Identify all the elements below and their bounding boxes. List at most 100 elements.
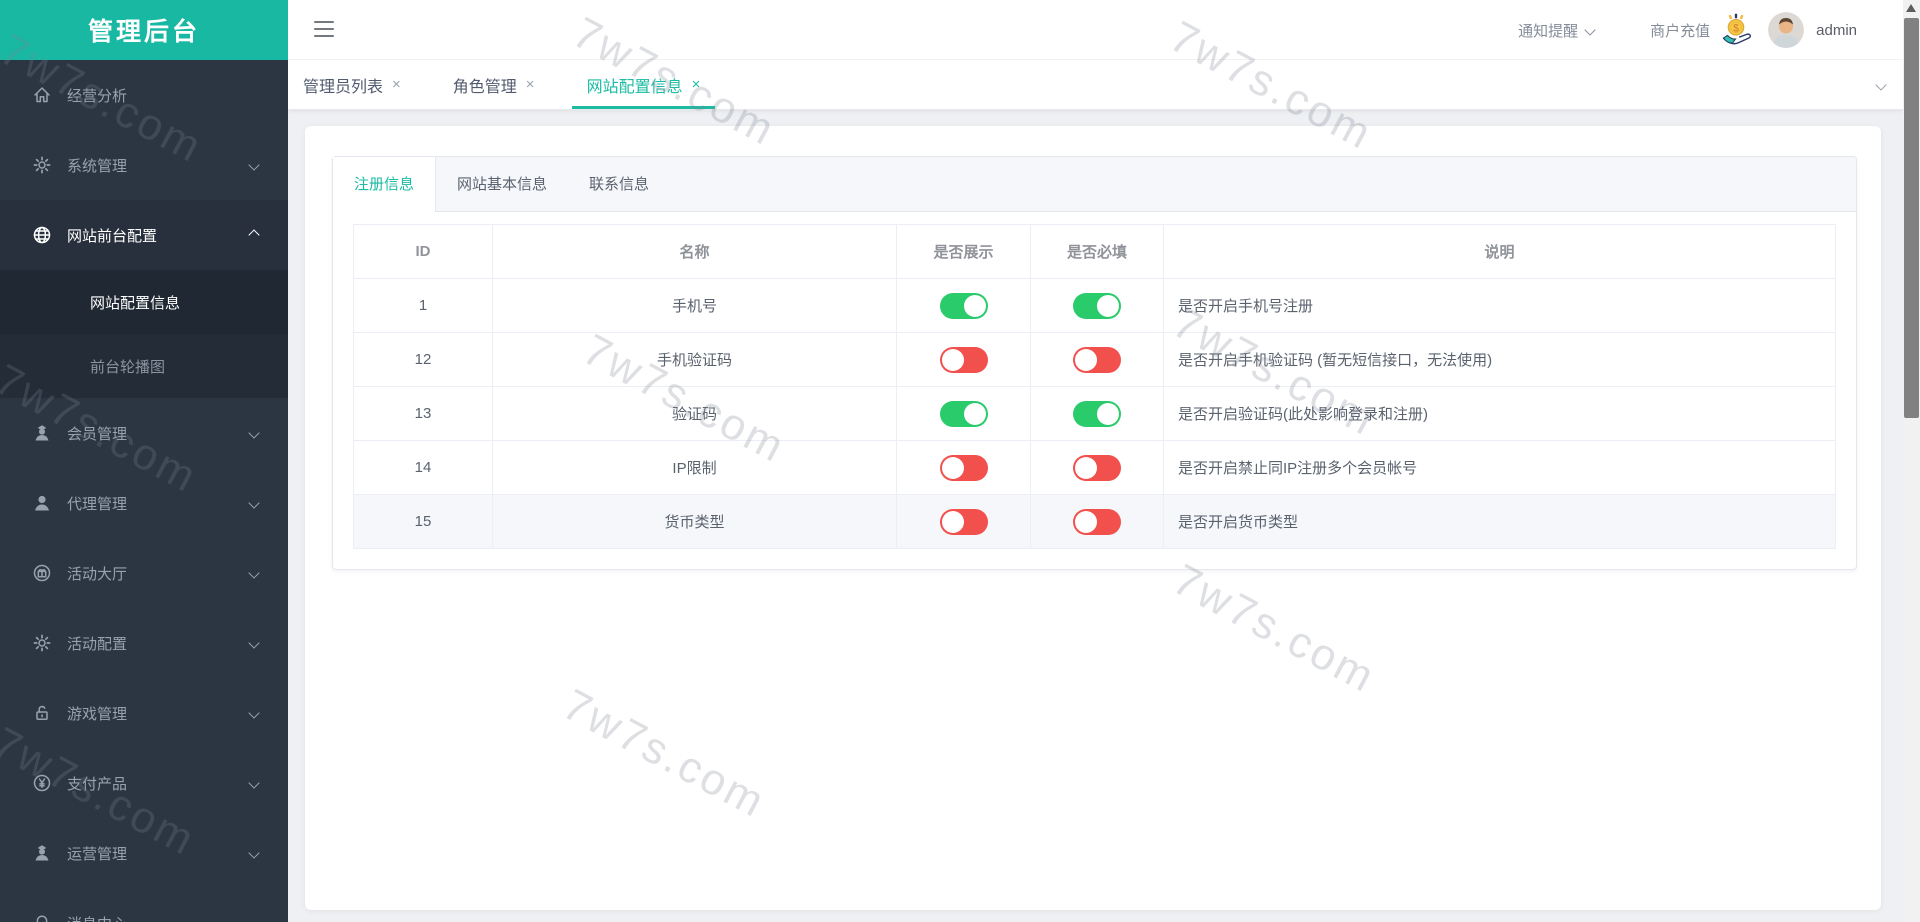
sidebar-item-game-management[interactable]: 游戏管理: [0, 678, 288, 748]
chevron-down-icon: [248, 777, 260, 789]
workspace-tab-site-config[interactable]: 网站配置信息 ×: [571, 60, 716, 109]
table-row: 1 手机号 是否开启手机号注册: [353, 278, 1836, 333]
required-toggle[interactable]: [1073, 346, 1121, 373]
svg-text:$: $: [1733, 22, 1739, 34]
cell-show: [896, 278, 1031, 333]
scrollbar-thumb[interactable]: [1904, 18, 1919, 418]
chevron-down-icon: [248, 497, 260, 509]
sidebar-subitem-frontend-carousel[interactable]: 前台轮播图: [0, 334, 288, 398]
sidebar-item-label: 活动配置: [67, 635, 128, 653]
scrollbar[interactable]: [1903, 0, 1920, 922]
cell-name: 货币类型: [492, 494, 897, 549]
workspace-tabbar: 管理员列表 × 角色管理 × 网站配置信息 ×: [288, 60, 1903, 110]
coin-hand-icon: $: [1722, 13, 1752, 45]
hamburger-icon[interactable]: [314, 21, 334, 37]
sidebar-subitem-site-config-info[interactable]: 网站配置信息: [0, 270, 288, 334]
scroll-up-arrow[interactable]: [1906, 4, 1916, 12]
chevron-down-icon: [248, 567, 260, 579]
table-row: 13 验证码 是否开启验证码(此处影响登录和注册): [353, 386, 1836, 441]
sidebar-item-label: 会员管理: [67, 425, 128, 443]
column-header: ID: [353, 224, 493, 279]
sidebar-item-label: 支付产品: [67, 775, 128, 793]
card-body: ID 名称 是否展示 是否必填 说明 1 手机号 是否开启手机号注册 12 手机验证码 是否开启手机…: [333, 212, 1856, 569]
display-toggle[interactable]: [939, 454, 988, 481]
chevron-down-icon: [248, 917, 260, 922]
sidebar-item-label: 代理管理: [67, 495, 128, 513]
chevron-down-icon: [248, 847, 260, 859]
chevron-down-icon: [248, 637, 260, 649]
home-icon: [32, 85, 52, 105]
cell-show: [896, 332, 1031, 387]
sidebar-item-activity-hall[interactable]: 活动大厅: [0, 538, 288, 608]
chevron-down-icon: [248, 427, 260, 439]
cell-required: [1030, 278, 1164, 333]
cell-description: 是否开启手机验证码 (暂无短信接口，无法使用): [1163, 332, 1836, 387]
avatar[interactable]: [1768, 12, 1805, 48]
cell-id: 14: [353, 440, 493, 495]
workspace-tab-role-manage[interactable]: 角色管理 ×: [438, 60, 550, 109]
cell-required: [1030, 440, 1164, 495]
notice-dropdown[interactable]: 通知提醒: [1518, 20, 1596, 41]
sidebar-item-member-management[interactable]: 会员管理: [0, 398, 288, 468]
required-toggle[interactable]: [1073, 400, 1121, 427]
sidebar-item-payment-products[interactable]: 支付产品: [0, 748, 288, 818]
workspace-tab-admin-list[interactable]: 管理员列表 ×: [288, 60, 416, 109]
display-toggle[interactable]: [939, 292, 988, 319]
sidebar-item-business-analysis[interactable]: 经营分析: [0, 60, 288, 130]
column-header: 是否必填: [1030, 224, 1164, 279]
card-tabs: 注册信息 网站基本信息 联系信息: [333, 157, 1856, 212]
close-icon[interactable]: ×: [392, 77, 401, 92]
unlock-icon: [32, 703, 52, 723]
cell-required: [1030, 494, 1164, 549]
column-header: 是否展示: [896, 224, 1031, 279]
display-toggle[interactable]: [939, 346, 988, 373]
topbar-right: 通知提醒 商户充值 $ admin: [1518, 0, 1857, 60]
bell-icon: [32, 913, 52, 922]
table-row: 15 货币类型 是否开启货币类型: [353, 494, 1836, 549]
required-toggle[interactable]: [1073, 292, 1121, 319]
sidebar-item-operation-management[interactable]: 运营管理: [0, 818, 288, 888]
sidebar-item-activity-config[interactable]: 活动配置: [0, 608, 288, 678]
app-logo: 管理后台: [0, 0, 288, 60]
cell-name: 手机号: [492, 278, 897, 333]
cell-name: 验证码: [492, 386, 897, 441]
sidebar-item-site-frontend-config[interactable]: 网站前台配置: [0, 200, 288, 270]
username[interactable]: admin: [1816, 22, 1857, 39]
card-tab-0[interactable]: 注册信息: [333, 157, 437, 212]
notice-label: 通知提醒: [1518, 22, 1579, 40]
card-tab-1[interactable]: 网站基本信息: [436, 157, 568, 211]
required-toggle[interactable]: [1073, 454, 1121, 481]
topbar: 通知提醒 商户充值 $ admin: [288, 0, 1903, 60]
cell-description: 是否开启货币类型: [1163, 494, 1836, 549]
config-card: 注册信息 网站基本信息 联系信息 ID 名称 是否展示 是否必填 说明 1 手机号 是否开启手机号…: [332, 156, 1857, 570]
workspace-tab-label: 角色管理: [452, 78, 517, 96]
gear-icon: [32, 155, 52, 175]
table-row: 12 手机验证码 是否开启手机验证码 (暂无短信接口，无法使用): [353, 332, 1836, 387]
cell-show: [896, 440, 1031, 495]
gear-icon: [32, 633, 52, 653]
chevron-down-icon: [248, 707, 260, 719]
cell-description: 是否开启验证码(此处影响登录和注册): [1163, 386, 1836, 441]
workspace-tab-label: 管理员列表: [303, 78, 384, 96]
close-icon[interactable]: ×: [692, 77, 701, 92]
card-tab-2[interactable]: 联系信息: [568, 157, 670, 211]
sidebar-item-label: 游戏管理: [67, 705, 128, 723]
required-toggle[interactable]: [1073, 508, 1121, 535]
tabbar-collapse-button[interactable]: [1875, 60, 1887, 110]
workspace-tabs: 管理员列表 × 角色管理 × 网站配置信息 ×: [288, 60, 737, 109]
table-row: 14 IP限制 是否开启禁止同IP注册多个会员帐号: [353, 440, 1836, 495]
sidebar-item-agent-management[interactable]: 代理管理: [0, 468, 288, 538]
sidebar-item-label: 网站前台配置: [67, 227, 158, 245]
sidebar-item-message-center[interactable]: 消息中心: [0, 888, 288, 922]
cell-id: 13: [353, 386, 493, 441]
merchant-recharge-button[interactable]: 商户充值 $: [1650, 12, 1754, 48]
display-toggle[interactable]: [939, 400, 988, 427]
chevron-down-icon: [248, 159, 260, 171]
display-toggle[interactable]: [939, 508, 988, 535]
column-header: 说明: [1163, 224, 1836, 279]
chevron-down-icon: [1875, 79, 1887, 91]
close-icon[interactable]: ×: [526, 77, 535, 92]
sidebar-item-system-management[interactable]: 系统管理: [0, 130, 288, 200]
cell-id: 15: [353, 494, 493, 549]
sidebar-item-label: 消息中心: [67, 913, 250, 922]
